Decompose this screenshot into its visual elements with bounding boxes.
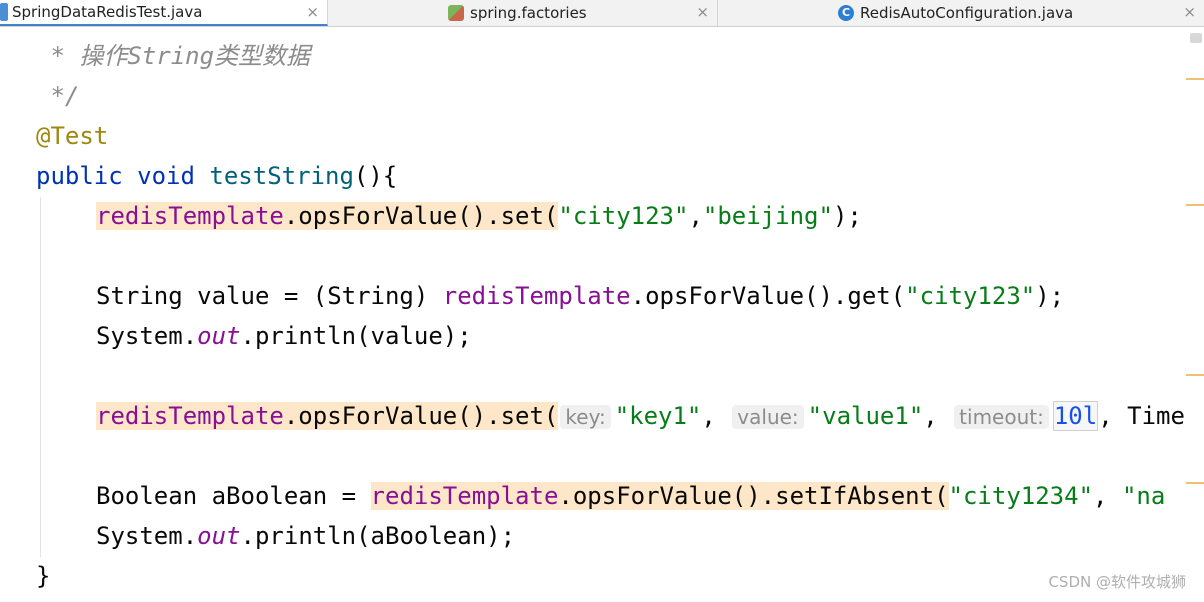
close-icon[interactable]: ×: [696, 3, 709, 21]
close-icon[interactable]: ×: [306, 3, 319, 21]
class-icon: C: [838, 5, 854, 21]
code-line-comment-end: */: [36, 82, 80, 110]
stripe-mark[interactable]: [1186, 374, 1204, 376]
code-line-setifabsent: Boolean aBoolean = redisTemplate.opsForV…: [96, 476, 1165, 516]
code-line-comment: * 操作String类型数据: [36, 42, 311, 70]
code-token: );: [1035, 282, 1065, 310]
code-token: ,: [701, 402, 731, 430]
code-token: , Time: [1098, 402, 1185, 430]
stripe-mark[interactable]: [1186, 204, 1204, 206]
static-field: out: [197, 522, 241, 550]
code-token: System.: [96, 522, 198, 550]
highlight-call: redisTemplate.opsForValue().set(: [96, 402, 559, 430]
string-literal: "city1234": [948, 482, 1094, 510]
code-token: Boolean aBoolean =: [96, 482, 371, 510]
code-token: String value = (String): [96, 282, 443, 310]
parameter-hint: timeout:: [954, 405, 1049, 429]
tab-springdataredistest[interactable]: SpringDataRedisTest.java ×: [0, 0, 328, 26]
string-literal: "beijing": [702, 202, 833, 230]
code-line-annotation: @Test: [36, 122, 109, 150]
close-icon[interactable]: ×: [1183, 3, 1196, 21]
code-token: ,: [923, 402, 953, 430]
parameter-hint: key:: [560, 405, 611, 429]
stripe-mark[interactable]: [1186, 482, 1204, 484]
tab-label: spring.factories: [470, 4, 587, 22]
code-token: (){: [353, 162, 398, 190]
code-line-get: String value = (String) redisTemplate.op…: [96, 276, 1064, 316]
string-literal: "value1": [807, 402, 924, 430]
number-literal: 10l: [1052, 401, 1099, 431]
code-line-set-timeout: redisTemplate.opsForValue().set(key: "key…: [96, 396, 1185, 436]
code-line-println: System.out.println(value);: [96, 316, 472, 356]
code-token: .opsForValue().set(: [283, 402, 559, 430]
code-token: );: [832, 202, 862, 230]
watermark: CSDN @软件攻城狮: [1048, 573, 1186, 591]
code-token: ,: [1093, 482, 1122, 510]
code-token: .println(value);: [240, 322, 472, 350]
keyword: void: [137, 162, 195, 190]
java-file-icon: [0, 3, 8, 21]
tab-label: SpringDataRedisTest.java: [12, 3, 203, 21]
code-token: .opsForValue().get(: [630, 282, 906, 310]
method-name: testString: [209, 162, 354, 190]
code-line-set: redisTemplate.opsForValue().set("city123…: [96, 196, 862, 236]
string-literal: "key1": [614, 402, 702, 430]
code-token: .opsForValue().setIfAbsent(: [558, 482, 949, 510]
field-ref: redisTemplate: [96, 402, 284, 430]
code-line-method-signature: public void testString(){: [36, 156, 397, 196]
highlight-call: redisTemplate.opsForValue().setIfAbsent(: [370, 482, 949, 510]
code-token: .println(aBoolean);: [240, 522, 516, 550]
static-field: out: [197, 322, 241, 350]
tab-spring-factories[interactable]: spring.factories ×: [328, 0, 718, 26]
editor-tab-bar: SpringDataRedisTest.java × spring.factor…: [0, 0, 1204, 27]
stripe-mark[interactable]: [1186, 78, 1204, 80]
factories-file-icon: [448, 5, 464, 21]
code-line-close-brace: }: [36, 562, 51, 590]
string-literal: "na: [1121, 482, 1166, 510]
scrollbar-thumb[interactable]: [1190, 33, 1202, 43]
field-ref: redisTemplate: [96, 202, 284, 230]
indent-guide: [40, 197, 41, 557]
code-token: .opsForValue().set(: [283, 202, 559, 230]
code-editor[interactable]: * 操作String类型数据 */ @Test public void test…: [0, 27, 1204, 602]
string-literal: "city123": [905, 282, 1036, 310]
field-ref: redisTemplate: [442, 282, 631, 310]
string-literal: "city123": [558, 202, 689, 230]
code-token: System.: [96, 322, 198, 350]
highlight-call: redisTemplate.opsForValue().set(: [96, 202, 559, 230]
code-token: ,: [688, 202, 703, 230]
tab-label: RedisAutoConfiguration.java: [860, 4, 1074, 22]
code-line-println-boolean: System.out.println(aBoolean);: [96, 516, 515, 556]
parameter-hint: value:: [732, 405, 804, 429]
keyword: public: [36, 162, 123, 190]
field-ref: redisTemplate: [370, 482, 559, 510]
tab-redisautoconfiguration[interactable]: C RedisAutoConfiguration.java ×: [718, 0, 1204, 26]
